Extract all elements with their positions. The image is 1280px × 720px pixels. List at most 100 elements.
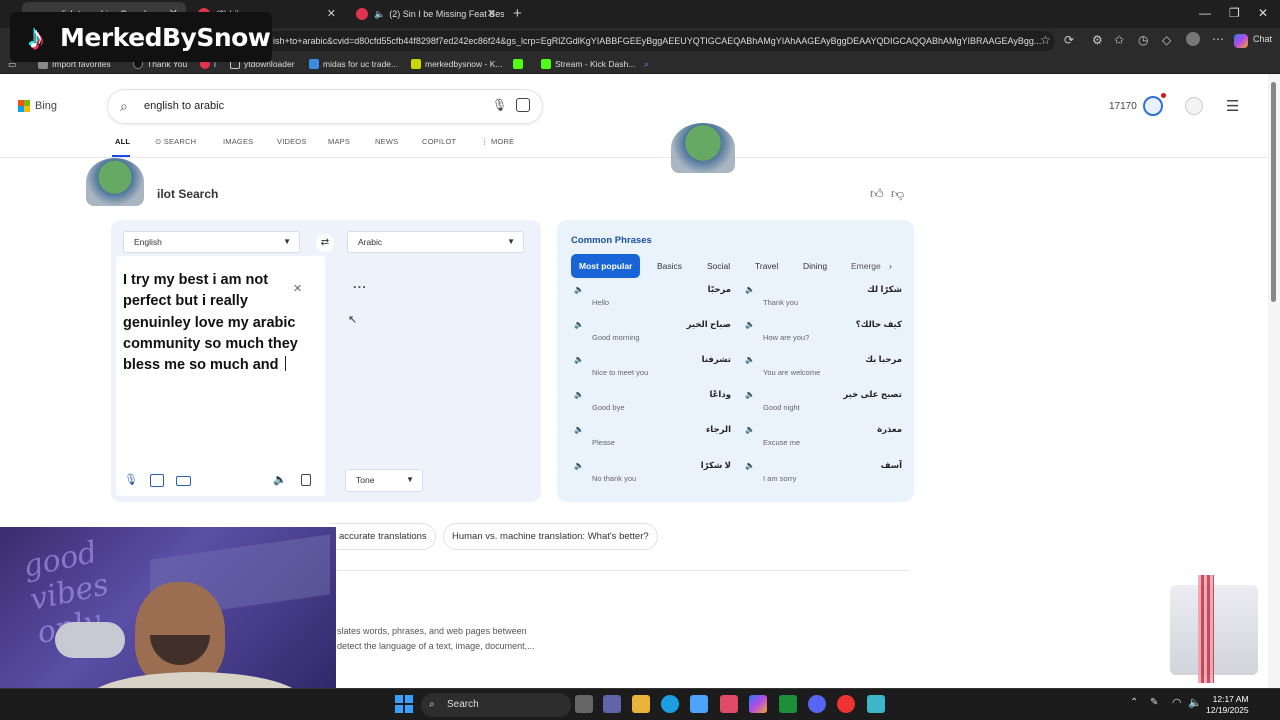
tab-most-popular[interactable]: Most popular bbox=[571, 254, 641, 278]
minimize-icon[interactable]: — bbox=[1199, 6, 1211, 20]
tab-maps[interactable]: MAPS bbox=[328, 137, 350, 146]
phrase-english: Good morning bbox=[592, 333, 640, 342]
thumbs-down-icon[interactable]: 👎︎ bbox=[891, 186, 904, 202]
speaker-icon[interactable]: 🔈 bbox=[574, 461, 584, 470]
microphone-icon[interactable]: 🎙 bbox=[492, 98, 507, 112]
fav-merkedbysnow[interactable]: merkedbysnow - K... bbox=[411, 57, 502, 71]
visual-search-icon[interactable] bbox=[516, 98, 530, 112]
notepad-icon[interactable] bbox=[867, 695, 885, 713]
close-icon[interactable]: ✕ bbox=[487, 7, 496, 20]
restore-icon[interactable]: ❐ bbox=[1229, 6, 1240, 20]
page-scrollbar[interactable] bbox=[1268, 74, 1280, 688]
camera-translate-icon[interactable] bbox=[150, 474, 164, 487]
wifi-icon[interactable]: ◠ bbox=[1172, 696, 1182, 709]
speaker-icon[interactable]: 🔈 bbox=[574, 425, 584, 434]
microphone-icon[interactable]: 🎙 bbox=[124, 473, 138, 486]
speaker-icon[interactable]: 🔈 bbox=[745, 425, 755, 434]
url-field[interactable]: ish+to+arabic&cvid=d80cfd55cfb44f8298f7e… bbox=[265, 31, 1055, 51]
browser-essentials-icon[interactable]: ⚙ bbox=[1092, 33, 1103, 47]
task-view-icon[interactable] bbox=[575, 695, 593, 713]
fav-stream[interactable]: Stream - Kick Dash... bbox=[541, 57, 635, 71]
chevron-up-icon[interactable]: ⌃ bbox=[1130, 697, 1138, 708]
volume-icon[interactable]: 🔈 bbox=[1188, 696, 1202, 709]
store-icon[interactable] bbox=[690, 695, 708, 713]
speaker-icon[interactable]: 🔈 bbox=[574, 285, 584, 294]
target-language-select[interactable]: Arabic ▼ bbox=[347, 231, 524, 253]
speaker-icon[interactable]: 🔈 bbox=[745, 355, 755, 364]
copilot-icon[interactable] bbox=[1234, 34, 1248, 48]
source-text-input[interactable]: I try my best i am not perfect but i rea… bbox=[123, 270, 303, 376]
new-tab-icon[interactable]: + bbox=[513, 5, 522, 22]
file-explorer-icon[interactable] bbox=[632, 695, 650, 713]
speaker-icon[interactable]: 🔈 bbox=[745, 285, 755, 294]
tab-news[interactable]: NEWS bbox=[375, 137, 398, 146]
phrase-arabic: وداعًا bbox=[709, 389, 731, 399]
tab-travel[interactable]: Travel bbox=[755, 254, 778, 278]
rewards-points[interactable]: 17170 bbox=[1109, 101, 1137, 112]
star-icon[interactable]: ☆ bbox=[1040, 33, 1051, 47]
tab-videos[interactable]: VIDEOS bbox=[277, 137, 307, 146]
swap-languages-icon[interactable]: ⇄ bbox=[316, 234, 334, 252]
speaker-icon[interactable]: 🔈 bbox=[745, 461, 755, 470]
taskbar-search[interactable]: ⌕ Search bbox=[421, 693, 571, 717]
speaker-icon[interactable]: 🔈 bbox=[574, 320, 584, 329]
keyboard-icon[interactable] bbox=[176, 476, 191, 486]
source-language-select[interactable]: English ▼ bbox=[123, 231, 300, 253]
copy-icon[interactable] bbox=[301, 474, 311, 486]
tab-social[interactable]: Social bbox=[707, 254, 730, 278]
tab-more[interactable]: ⋮ MORE bbox=[481, 137, 514, 146]
shield-icon[interactable]: ◇ bbox=[1162, 33, 1171, 47]
fav-label: merkedbysnow - K... bbox=[425, 59, 503, 69]
more-menu-icon[interactable]: ⋯ bbox=[1212, 32, 1224, 46]
speaker-icon[interactable]: 🔈 bbox=[574, 390, 584, 399]
hamburger-menu-icon[interactable]: ☰ bbox=[1226, 97, 1239, 115]
tone-select[interactable]: Tone ▼ bbox=[345, 469, 423, 492]
bing-logo[interactable]: Bing bbox=[18, 100, 57, 112]
tab-all[interactable]: ALL bbox=[115, 137, 130, 146]
spotify-icon[interactable] bbox=[779, 695, 797, 713]
app-icon[interactable] bbox=[720, 695, 738, 713]
speaker-icon[interactable]: 🔈 bbox=[745, 390, 755, 399]
favorites-icon[interactable]: ✩ bbox=[1114, 33, 1124, 47]
search-icon[interactable]: ⌕ bbox=[644, 57, 649, 71]
extension-icon[interactable]: ⟳ bbox=[1064, 33, 1074, 47]
copilot-icon[interactable] bbox=[749, 695, 767, 713]
rewards-icon[interactable] bbox=[1143, 96, 1163, 116]
clear-text-icon[interactable]: ✕ bbox=[293, 282, 302, 295]
speaker-icon[interactable]: 🔈 bbox=[745, 320, 755, 329]
discord-icon[interactable] bbox=[808, 695, 826, 713]
search-box[interactable]: ⌕ english to arabic 🎙 bbox=[108, 90, 542, 123]
history-icon[interactable]: ◷ bbox=[1138, 33, 1148, 47]
teams-icon[interactable] bbox=[603, 695, 621, 713]
profile-icon[interactable] bbox=[1185, 97, 1203, 115]
edge-icon[interactable] bbox=[661, 695, 679, 713]
fav-kick[interactable] bbox=[513, 57, 527, 71]
chevron-right-icon[interactable]: › bbox=[889, 254, 892, 278]
thumbs-up-icon[interactable]: 👍︎ bbox=[870, 186, 884, 202]
profile-avatar[interactable] bbox=[1186, 32, 1200, 46]
fav-midas[interactable]: midas for uc trade... bbox=[309, 57, 398, 71]
pen-icon[interactable]: ✎ bbox=[1150, 697, 1158, 708]
related-chip[interactable]: Human vs. machine translation: What's be… bbox=[443, 523, 658, 550]
windows-start-icon[interactable] bbox=[395, 695, 413, 713]
tab-basics[interactable]: Basics bbox=[657, 254, 682, 278]
microphone-image bbox=[55, 622, 125, 658]
speaker-icon[interactable]: 🔈 bbox=[273, 473, 287, 486]
tab-music[interactable]: 🔈 (2) Sin I be Missing Feat Beso ✕ bbox=[346, 2, 504, 26]
tab-images[interactable]: IMAGES bbox=[223, 137, 253, 146]
tab-copilot[interactable]: COPILOT bbox=[422, 137, 456, 146]
chat-label[interactable]: Chat bbox=[1253, 34, 1272, 44]
tab-emergency[interactable]: Emerge bbox=[851, 254, 881, 278]
tone-label: Tone bbox=[356, 475, 375, 485]
tab-search[interactable]: ⊙ SEARCH bbox=[155, 137, 196, 146]
obs-icon[interactable] bbox=[837, 695, 855, 713]
tab-dining[interactable]: Dining bbox=[803, 254, 827, 278]
system-clock[interactable]: 12:17 AM 12/19/2025 bbox=[1206, 694, 1249, 716]
close-window-icon[interactable]: ✕ bbox=[1258, 6, 1268, 20]
search-input[interactable]: english to arabic bbox=[144, 100, 224, 112]
tiktok-icon: ♪ bbox=[28, 18, 44, 55]
scrollbar-thumb[interactable] bbox=[1271, 82, 1276, 302]
close-icon[interactable]: ✕ bbox=[327, 7, 336, 20]
related-chip[interactable]: accurate translations bbox=[331, 523, 436, 550]
speaker-icon[interactable]: 🔈 bbox=[574, 355, 584, 364]
